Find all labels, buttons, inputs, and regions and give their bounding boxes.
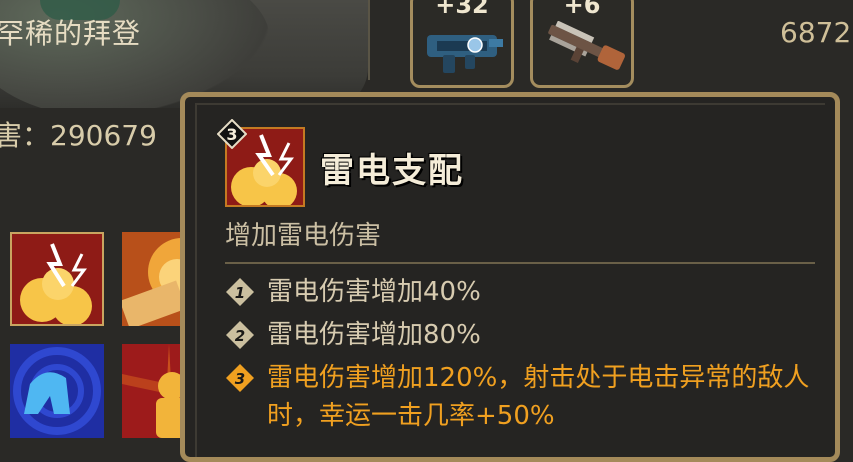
weapon-slot-2[interactable]: +6 <box>530 0 634 88</box>
skill-tile-blue-spiral[interactable] <box>10 344 104 438</box>
tooltip-description: 增加雷电伤害 <box>225 221 382 251</box>
damage-stat: 害：290679 <box>0 119 157 152</box>
level-3-badge-icon: 3 <box>226 364 254 392</box>
enemy-name: 罕稀的拜登 <box>0 17 142 50</box>
weapon-level-label: +32 <box>435 0 489 19</box>
level-row-2: 2 雷电伤害增加80% <box>225 316 827 354</box>
level-badge-number: 3 <box>235 370 245 388</box>
blue-spiral-skill-icon <box>10 344 104 438</box>
level-text: 雷电伤害增加80% <box>267 320 481 350</box>
lightning-skill-icon <box>12 234 102 324</box>
rank-number: 3 <box>226 125 237 144</box>
level-text: 雷电伤害增加40% <box>267 277 481 307</box>
level-1-badge-icon: 1 <box>226 278 254 306</box>
top-right-value: 6872 <box>780 16 852 49</box>
tooltip-title: 雷电支配 <box>320 151 464 191</box>
weapon-level-label: +6 <box>563 0 601 19</box>
header-divider <box>368 0 370 80</box>
skill-tile-lightning[interactable] <box>10 232 104 326</box>
weapon-slot-1[interactable]: +32 <box>410 0 514 88</box>
level-2-badge-icon: 2 <box>226 321 254 349</box>
level-row-1: 1 雷电伤害增加40% <box>225 273 827 311</box>
level-text: 雷电伤害增加120%，射击处于电击异常的敌人时，幸运一击几率+50% <box>267 363 810 431</box>
rank-diamond-icon: 3 <box>217 119 247 149</box>
smg-weapon-icon <box>427 35 503 73</box>
level-badge-number: 2 <box>235 327 245 345</box>
level-badge-number: 1 <box>235 284 245 302</box>
tooltip-separator <box>225 262 815 264</box>
level-row-3: 3 雷电伤害增加120%，射击处于电击异常的敌人时，幸运一击几率+50% <box>225 359 827 435</box>
rifle-weapon-icon <box>548 21 626 70</box>
skill-tooltip: 3 雷电支配 增加雷电伤害 1 雷电伤害增加40% 2 雷电伤害增加80% 3 … <box>180 92 840 462</box>
